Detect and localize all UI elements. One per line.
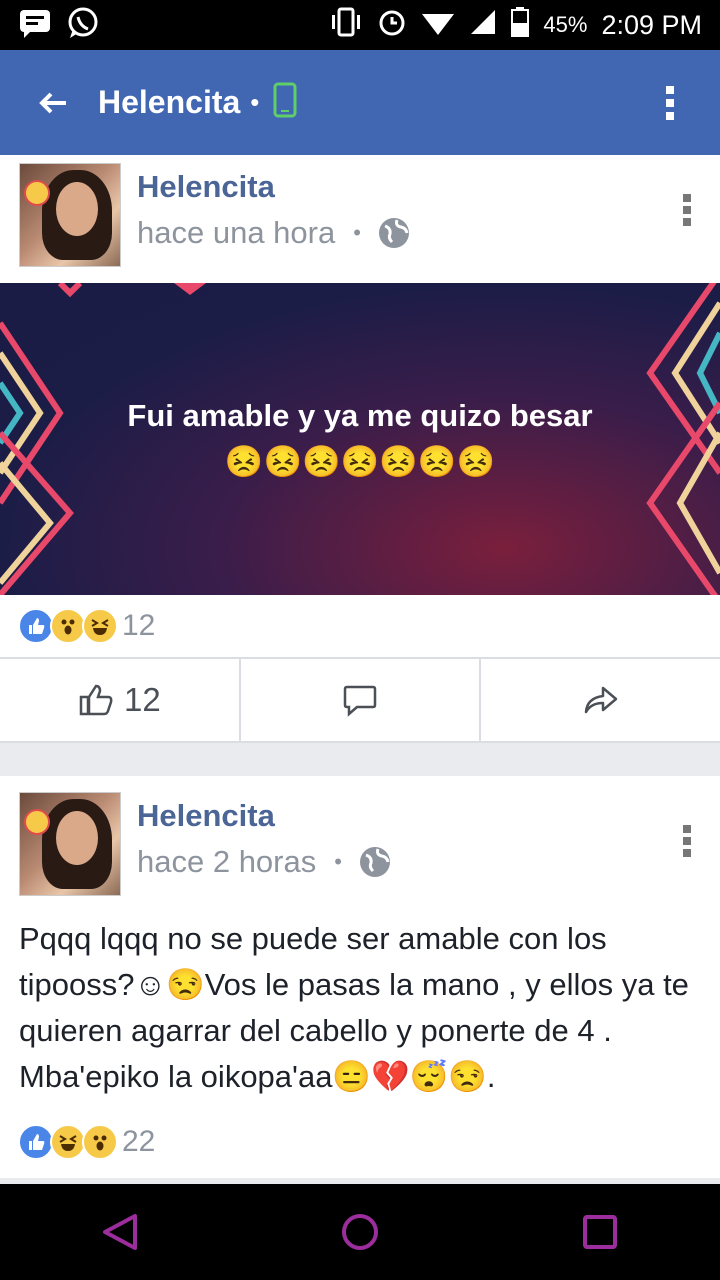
post-time[interactable]: hace 2 horas <box>137 844 316 880</box>
battery-icon <box>511 6 530 44</box>
post-meta: hace 2 horas • <box>137 844 392 880</box>
wow-reaction-icon <box>82 1124 118 1160</box>
post-time[interactable]: hace una hora <box>137 215 335 251</box>
post-card: Helencita hace 2 horas • Pqqq lqqq no se… <box>0 776 720 1180</box>
comment-icon <box>343 685 377 717</box>
clock: 2:09 PM <box>601 9 702 40</box>
post-card: Helencita hace una hora • Fui amable y y… <box>0 155 720 743</box>
back-nav-icon <box>103 1214 137 1250</box>
haha-reaction-icon <box>82 608 118 644</box>
zigzag-decoration-right <box>646 283 720 595</box>
signal-icon <box>469 8 497 43</box>
heart-eyes-emoji-icon <box>24 809 50 835</box>
more-options-button[interactable] <box>650 68 690 138</box>
recents-nav-icon <box>583 1215 617 1249</box>
meta-separator: • <box>353 220 361 245</box>
share-arrow-icon <box>584 686 617 714</box>
globe-icon <box>359 847 390 877</box>
arrow-left-icon <box>39 92 66 113</box>
status-bar: 45% 2:09 PM <box>0 0 720 50</box>
home-nav-icon <box>342 1214 378 1250</box>
whatsapp-icon <box>66 6 100 45</box>
alarm-icon <box>377 7 407 44</box>
avatar[interactable] <box>19 792 121 896</box>
like-reaction-icon <box>18 608 54 644</box>
reaction-count: 22 <box>122 1125 156 1158</box>
nav-recents-button[interactable] <box>560 1192 640 1272</box>
post-author[interactable]: Helencita <box>137 169 275 205</box>
post-background-banner: Fui amable y ya me quizo besar😣😣😣😣😣😣😣 <box>0 283 720 595</box>
reaction-count: 12 <box>122 609 156 642</box>
wow-reaction-icon <box>50 608 86 644</box>
comment-button[interactable] <box>241 659 482 741</box>
post-options-button[interactable] <box>672 816 702 866</box>
reactions-summary[interactable]: 12 <box>18 608 155 644</box>
haha-reaction-icon <box>50 1124 86 1160</box>
more-vertical-icon <box>683 194 691 226</box>
navigation-bar <box>0 1184 720 1280</box>
post-meta: hace una hora • <box>137 215 411 251</box>
thumbs-up-icon <box>79 684 113 716</box>
wifi-icon <box>421 8 455 43</box>
more-vertical-icon <box>683 825 691 857</box>
post-banner-text: Fui amable y ya me quizo besar😣😣😣😣😣😣😣 <box>127 398 593 479</box>
more-vertical-icon <box>666 85 674 120</box>
like-count: 12 <box>123 681 161 718</box>
avatar[interactable] <box>19 163 121 267</box>
post-options-button[interactable] <box>672 185 702 235</box>
mobile-phone-icon <box>273 82 297 123</box>
page-title: Helencita <box>98 84 241 120</box>
back-button[interactable] <box>18 68 88 138</box>
like-reaction-icon <box>18 1124 54 1160</box>
share-button[interactable] <box>481 659 720 741</box>
globe-icon <box>378 218 409 248</box>
reactions-summary[interactable]: 22 <box>18 1124 155 1160</box>
title-separator: • <box>250 87 260 117</box>
app-bar: Helencita • <box>0 50 720 155</box>
post-author[interactable]: Helencita <box>137 798 275 834</box>
nav-home-button[interactable] <box>320 1192 400 1272</box>
nav-back-button[interactable] <box>80 1192 160 1272</box>
message-icon <box>18 8 52 43</box>
vibrate-icon <box>329 7 363 44</box>
like-button[interactable]: 12 <box>0 659 241 741</box>
post-header: Helencita hace una hora • <box>0 155 720 283</box>
post-actions: 12 <box>0 657 720 743</box>
post-body-text: Pqqq lqqq no se puede ser amable con los… <box>19 921 689 1094</box>
zigzag-decoration-left <box>0 283 83 595</box>
zigzag-decoration-top <box>174 283 206 295</box>
meta-separator: • <box>334 849 342 874</box>
battery-percent: 45% <box>543 12 588 37</box>
post-header: Helencita hace 2 horas • <box>0 776 720 904</box>
heart-eyes-emoji-icon <box>24 180 50 206</box>
